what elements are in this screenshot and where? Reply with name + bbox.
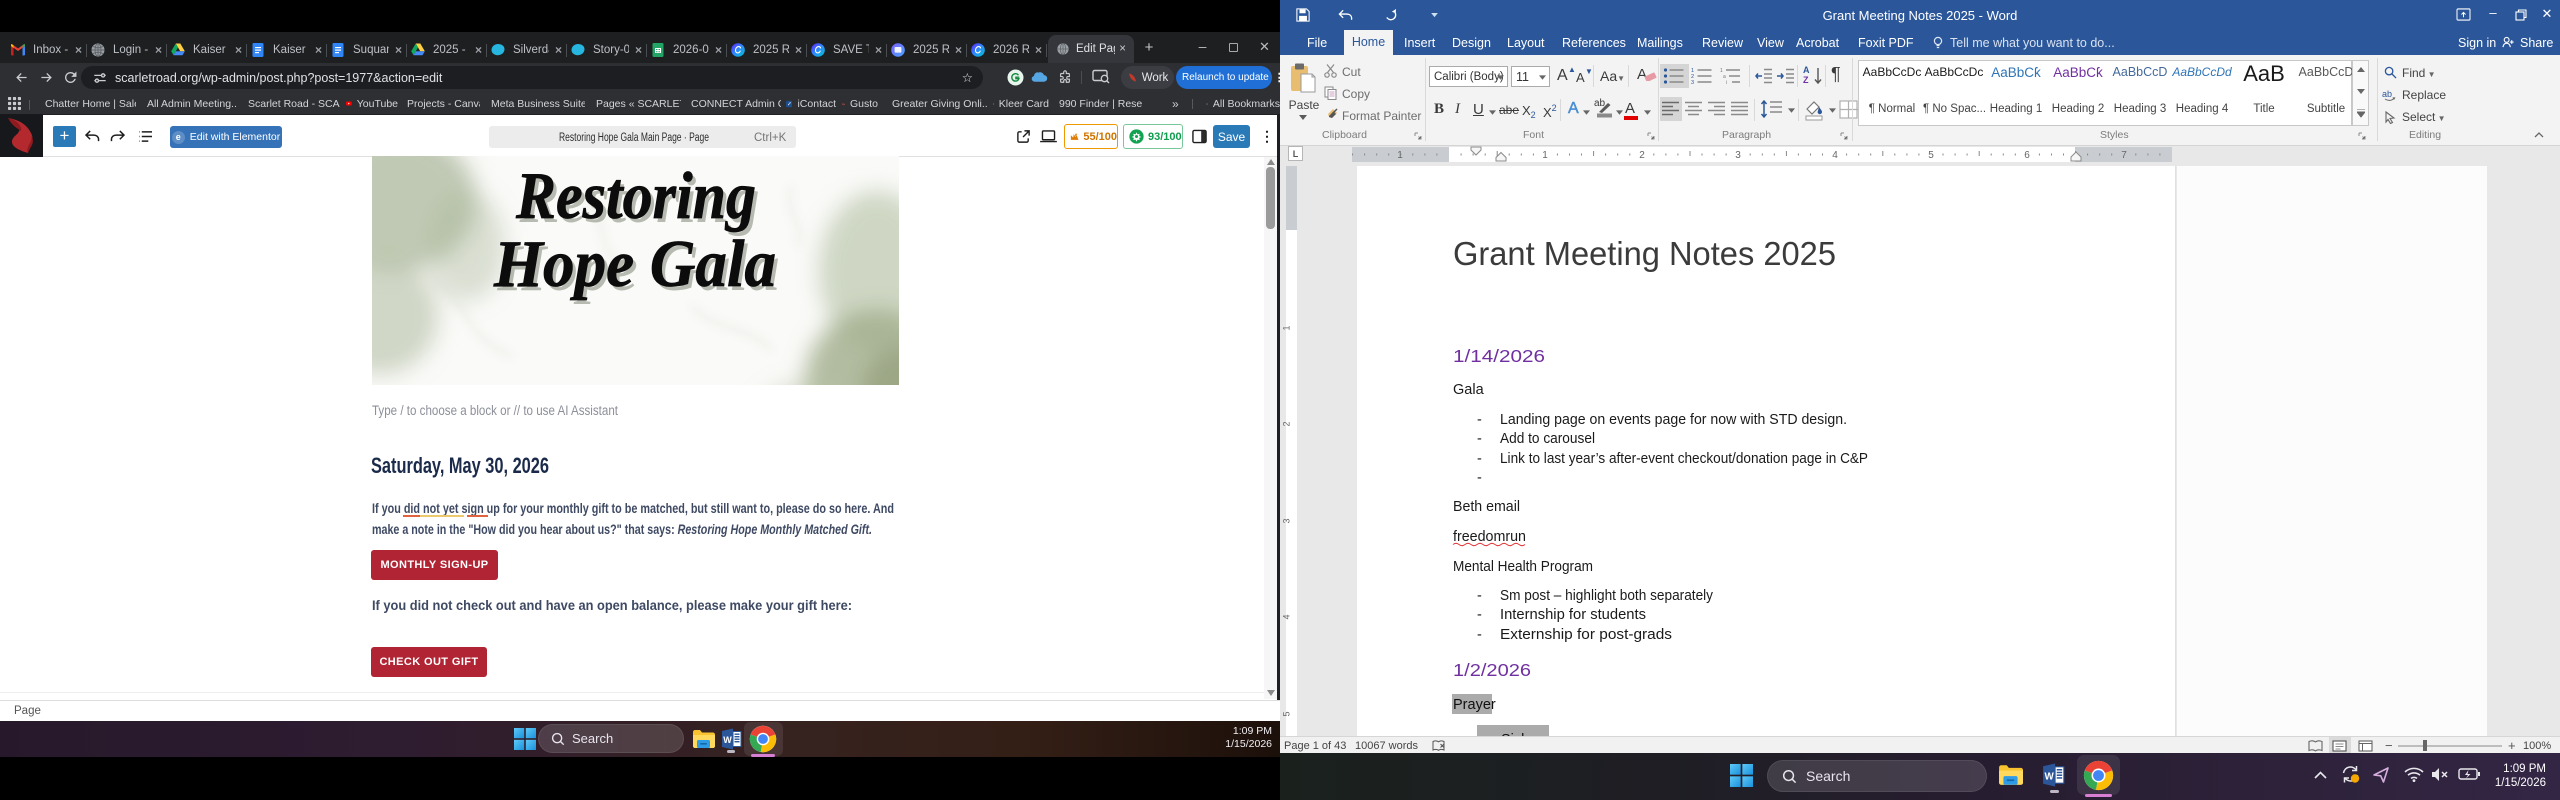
svg-text:Internship for students: Internship for students xyxy=(1500,607,1646,623)
svg-text:Mental Health Program: Mental Health Program xyxy=(1453,559,1593,575)
svg-text:1: 1 xyxy=(1397,150,1403,161)
svg-text:7: 7 xyxy=(2121,150,2127,161)
svg-text:-: - xyxy=(1477,470,1482,486)
svg-text:Beth email: Beth email xyxy=(1453,499,1520,515)
svg-text:1: 1 xyxy=(1542,150,1548,161)
svg-text:Ctrl+K: Ctrl+K xyxy=(754,132,787,144)
svg-text:-: - xyxy=(1477,412,1482,428)
svg-text:If you did not check out and h: If you did not check out and have an ope… xyxy=(372,597,852,613)
svg-text:W: W xyxy=(723,735,732,745)
svg-text:-: - xyxy=(1477,431,1482,447)
svg-text:6: 6 xyxy=(2024,150,2030,161)
svg-text:Restoring Hope Gala Main Page: Restoring Hope Gala Main Page · Page xyxy=(559,132,709,144)
svg-text:make a note in the "How did yo: make a note in the "How did you hear abo… xyxy=(372,521,872,537)
svg-text:-: - xyxy=(1477,588,1482,604)
svg-text:4: 4 xyxy=(1832,150,1838,161)
svg-text:Grant Meeting Notes 2025: Grant Meeting Notes 2025 xyxy=(1453,235,1836,272)
svg-text:Restoring: Restoring xyxy=(515,159,756,233)
svg-text:Landing page on events page fo: Landing page on events page for now with… xyxy=(1500,412,1847,428)
svg-text:Type / to choose a block or //: Type / to choose a block or // to use AI… xyxy=(372,403,618,418)
svg-text:Add to carousel: Add to carousel xyxy=(1500,431,1595,447)
svg-text:If you did not yet sign up for: If you did not yet sign up for your mont… xyxy=(372,500,894,516)
svg-text:W: W xyxy=(2044,771,2054,782)
svg-text:1/2/2026: 1/2/2026 xyxy=(1453,660,1531,680)
svg-text:Externship for post-grads: Externship for post-grads xyxy=(1500,627,1672,643)
svg-text:-: - xyxy=(1477,627,1482,643)
svg-text:-: - xyxy=(1477,451,1482,467)
svg-text:Hope Gala: Hope Gala xyxy=(493,227,776,301)
svg-text:Prayer: Prayer xyxy=(1453,697,1496,713)
svg-text:Sm post – highlight both separ: Sm post – highlight both separately xyxy=(1500,588,1714,604)
svg-text:Saturday, May 30, 2026: Saturday, May 30, 2026 xyxy=(371,453,549,478)
svg-text:Link to last year’s after-even: Link to last year’s after-event checkout… xyxy=(1500,451,1868,467)
svg-text:2: 2 xyxy=(1639,150,1645,161)
svg-text:-: - xyxy=(1477,607,1482,623)
svg-text:1/14/2026: 1/14/2026 xyxy=(1453,346,1545,366)
svg-text:freedomrun: freedomrun xyxy=(1453,529,1526,545)
svg-text:3: 3 xyxy=(1735,150,1741,161)
svg-text:5: 5 xyxy=(1928,150,1934,161)
svg-text:Gala: Gala xyxy=(1453,382,1485,398)
